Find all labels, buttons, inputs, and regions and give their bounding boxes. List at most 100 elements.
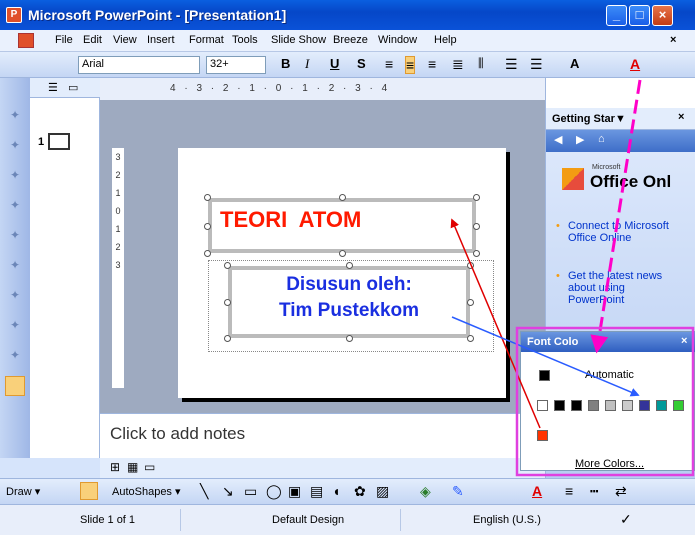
task-pane-close-icon[interactable]: ×: [678, 111, 684, 123]
clipart-icon[interactable]: ✿: [354, 483, 366, 500]
diagram-icon[interactable]: ◖: [332, 483, 340, 499]
link-latest-news[interactable]: Get the latest news about using PowerPoi…: [568, 270, 678, 306]
scheme-color-swatch[interactable]: [571, 400, 582, 411]
pane-icon[interactable]: ✦: [7, 138, 23, 152]
normal-view-icon[interactable]: ⊞: [110, 460, 120, 474]
arrow-style-icon[interactable]: ⇄: [615, 483, 627, 500]
resize-handle[interactable]: [204, 222, 211, 230]
scheme-color-swatch[interactable]: [656, 400, 667, 411]
pane-icon[interactable]: ✦: [7, 228, 23, 242]
automatic-color-swatch[interactable]: [539, 370, 550, 381]
font-color-icon[interactable]: A: [532, 483, 542, 499]
back-icon[interactable]: ◀: [554, 133, 562, 146]
font-name-combo[interactable]: Arial: [78, 56, 200, 74]
bold-button[interactable]: B: [281, 56, 290, 74]
menu-breeze[interactable]: Breeze: [333, 34, 368, 46]
menu-view[interactable]: View: [113, 34, 137, 46]
title-placeholder[interactable]: TEORI ATOM: [204, 194, 480, 257]
dash-style-icon[interactable]: ┅: [590, 483, 598, 500]
slideshow-view-icon[interactable]: ▭: [144, 460, 155, 474]
draw-menu[interactable]: Draw ▾: [6, 485, 40, 498]
textbox-icon[interactable]: ▣: [288, 483, 301, 500]
sorter-view-icon[interactable]: ▦: [127, 460, 138, 474]
home-icon[interactable]: ⌂: [598, 133, 605, 145]
bullet-icon: •: [556, 270, 560, 282]
autoshapes-menu[interactable]: AutoShapes ▾: [112, 485, 181, 498]
menu-help[interactable]: Help: [434, 34, 457, 46]
underline-button[interactable]: U: [330, 56, 339, 74]
align-left-icon[interactable]: ≡: [385, 56, 393, 74]
close-button[interactable]: ×: [652, 5, 673, 26]
scheme-color-swatch[interactable]: [554, 400, 565, 411]
highlighted-tool-icon[interactable]: [5, 376, 25, 396]
line-color-icon[interactable]: ✎: [452, 483, 464, 500]
menu-insert[interactable]: Insert: [147, 34, 175, 46]
resize-handle[interactable]: [204, 250, 211, 257]
slides-tab-icon[interactable]: ▭: [68, 81, 78, 94]
resize-handle[interactable]: [339, 250, 346, 257]
recent-color-swatch[interactable]: [537, 430, 548, 441]
pane-icon[interactable]: ✦: [7, 108, 23, 122]
pane-icon[interactable]: ✦: [7, 168, 23, 182]
document-close-icon[interactable]: ×: [670, 34, 676, 46]
menu-format[interactable]: Format: [189, 34, 224, 46]
more-colors-option[interactable]: More Colors...: [575, 458, 644, 470]
font-color-button[interactable]: A: [630, 56, 640, 74]
automatic-color-option[interactable]: Automatic: [585, 369, 634, 381]
scheme-color-swatch[interactable]: [537, 400, 548, 411]
picture-icon[interactable]: ▨: [376, 483, 389, 500]
scheme-color-swatch[interactable]: [639, 400, 650, 411]
font-color-popup-close-icon[interactable]: ×: [681, 335, 687, 347]
pane-icon[interactable]: ✦: [7, 348, 23, 362]
resize-handle[interactable]: [473, 250, 480, 257]
menu-window[interactable]: Window: [378, 34, 417, 46]
outline-tab-icon[interactable]: ☰: [48, 81, 58, 94]
powerpoint-app-icon[interactable]: P: [6, 7, 22, 23]
menu-tools[interactable]: Tools: [232, 34, 258, 46]
line-icon[interactable]: ╲: [200, 483, 208, 500]
scheme-color-swatch[interactable]: [605, 400, 616, 411]
grow-font-button[interactable]: A: [570, 56, 579, 74]
oval-icon[interactable]: ◯: [266, 483, 282, 500]
menu-slide-show[interactable]: Slide Show: [271, 34, 326, 46]
shadow-button[interactable]: S: [357, 56, 366, 74]
menu-edit[interactable]: Edit: [83, 34, 102, 46]
scheme-color-swatch[interactable]: [622, 400, 633, 411]
minimize-button[interactable]: _: [606, 5, 627, 26]
document-icon[interactable]: [18, 33, 34, 48]
align-right-icon[interactable]: ≡: [428, 56, 436, 74]
bullets-icon[interactable]: ☰: [530, 56, 543, 74]
align-center-icon[interactable]: ≡: [405, 56, 416, 74]
forward-icon[interactable]: ▶: [576, 133, 584, 146]
pane-icon[interactable]: ✦: [7, 318, 23, 332]
resize-handle[interactable]: [473, 194, 480, 201]
arrow-icon[interactable]: ↘: [222, 483, 234, 500]
task-pane-title[interactable]: Getting Star▼: [552, 113, 626, 125]
rectangle-icon[interactable]: ▭: [244, 483, 257, 500]
scheme-color-swatch[interactable]: [673, 400, 684, 411]
font-size-combo[interactable]: 32+: [206, 56, 266, 74]
pane-icon[interactable]: ✦: [7, 258, 23, 272]
slide-thumbnail[interactable]: [48, 133, 70, 150]
italic-button[interactable]: I: [305, 56, 309, 74]
line-style-icon[interactable]: ≡: [565, 483, 573, 499]
scheme-color-swatch[interactable]: [588, 400, 599, 411]
justify-icon[interactable]: ≣: [452, 56, 464, 74]
select-objects-icon[interactable]: [80, 482, 98, 500]
menu-file[interactable]: File: [55, 34, 73, 46]
slide-canvas[interactable]: TEORI ATOM Disusun oleh: Tim Pustekkom: [178, 148, 506, 398]
pane-icon[interactable]: ✦: [7, 288, 23, 302]
slide-title[interactable]: TEORI ATOM: [220, 207, 361, 233]
resize-handle[interactable]: [339, 194, 346, 201]
notes-pane[interactable]: Click to add notes: [100, 413, 545, 458]
wordart-icon[interactable]: ▤: [310, 483, 323, 500]
fill-color-icon[interactable]: ◈: [420, 483, 431, 500]
numbering-icon[interactable]: ☰: [505, 56, 518, 74]
resize-handle[interactable]: [204, 194, 211, 201]
columns-icon[interactable]: ⫼: [478, 56, 484, 74]
link-connect-office-online[interactable]: Connect to Microsoft Office Online: [568, 220, 678, 244]
pane-icon[interactable]: ✦: [7, 198, 23, 212]
maximize-button[interactable]: □: [629, 5, 650, 26]
resize-handle[interactable]: [473, 222, 480, 230]
spelling-icon[interactable]: ✓: [620, 511, 632, 528]
